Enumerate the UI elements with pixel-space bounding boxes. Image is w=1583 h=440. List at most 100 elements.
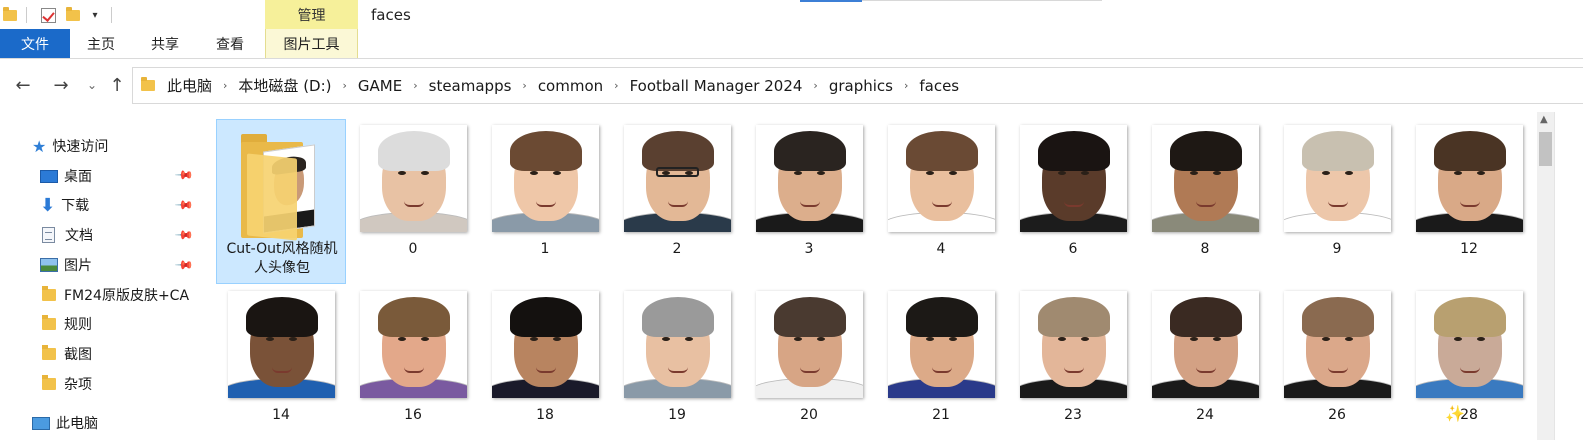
loading-cursor-icon: ✨ [1445,403,1465,423]
face-thumbnail [1416,291,1523,398]
properties-check-icon[interactable] [38,5,58,25]
desktop-icon [40,169,58,183]
computer-icon [32,416,50,430]
sidebar-item-screenshots[interactable]: 截图 [42,341,92,367]
customize-toolbar-dropdown-icon[interactable]: ▾ [88,5,102,25]
face-thumbnail [360,125,467,232]
title-bar: ▾ 管理 faces [0,0,1583,30]
image-file-item[interactable]: 1 [480,119,610,284]
breadcrumb-graphics[interactable]: graphics [829,77,893,95]
back-arrow-icon[interactable]: ← [12,74,34,96]
breadcrumb-chevron-icon[interactable]: › [614,79,618,92]
face-thumbnail [624,125,731,232]
folder-icon [141,77,155,91]
image-file-item[interactable]: 19 [612,285,742,440]
file-name-label: 3 [804,241,814,257]
image-file-item[interactable]: 23 [1008,285,1138,440]
sidebar-item-documents[interactable]: 文档 [42,222,93,248]
image-file-item[interactable]: 8 [1140,119,1270,284]
breadcrumb-chevron-icon[interactable]: › [223,79,227,92]
face-thumbnail [888,125,995,232]
sidebar-item-rules[interactable]: 规则 [42,311,92,337]
file-name-label: 4 [936,241,946,257]
image-file-item[interactable]: 6 [1008,119,1138,284]
face-thumbnail [1416,125,1523,232]
breadcrumb-chevron-icon[interactable]: › [813,79,817,92]
breadcrumb-football-manager[interactable]: Football Manager 2024 [630,77,803,95]
breadcrumb-chevron-icon[interactable]: › [904,79,908,92]
image-file-item[interactable]: 4 [876,119,1006,284]
image-file-item[interactable]: 3 [744,119,874,284]
sidebar-item-desktop[interactable]: 桌面 [40,163,92,189]
tab-view[interactable]: 查看 [199,29,261,58]
pin-icon[interactable]: 📌 [174,225,194,245]
image-file-item[interactable]: 20 [744,285,874,440]
breadcrumb-chevron-icon[interactable]: › [522,79,526,92]
sidebar-item-label: 杂项 [64,377,92,393]
ribbon-tabs: 文件 主页 共享 查看 图片工具 [0,29,1583,59]
divider [111,7,112,23]
image-file-item[interactable]: 9 [1272,119,1402,284]
breadcrumb-this-pc[interactable]: 此电脑 [167,75,212,96]
sidebar-item-label: 图片 [64,258,92,274]
image-file-item[interactable]: 12 [1404,119,1534,284]
scroll-up-arrow-icon[interactable]: ▲ [1540,114,1548,125]
image-file-item[interactable]: 26 [1272,285,1402,440]
file-name-label: 19 [668,407,686,423]
file-name-label: 6 [1068,241,1078,257]
face-thumbnail [1284,125,1391,232]
pin-icon[interactable]: 📌 [174,255,194,275]
breadcrumb-common[interactable]: common [538,77,603,95]
sidebar-item-label: 下载 [61,198,90,214]
image-file-item[interactable]: 0 [348,119,478,284]
title-accent-line [800,0,862,2]
download-icon: ⬇ [40,194,56,216]
file-name-label: 0 [408,241,418,257]
breadcrumb-chevron-icon[interactable]: › [413,79,417,92]
image-file-item[interactable]: 24 [1140,285,1270,440]
breadcrumb-chevron-icon[interactable]: › [343,79,347,92]
image-file-item[interactable]: 18 [480,285,610,440]
sidebar-item-downloads[interactable]: ⬇ 下载 [40,192,89,218]
recent-locations-chevron-icon[interactable]: ⌄ [81,74,103,96]
breadcrumb-steamapps[interactable]: steamapps [429,77,512,95]
file-name-label: 9 [1332,241,1342,257]
sidebar-item-label: 规则 [64,317,92,333]
tab-picture-tools[interactable]: 图片工具 [265,29,358,58]
folder-item[interactable]: Cut-Out风格随机人头像包 [216,119,346,284]
sidebar-item-fm24-skin[interactable]: FM24原版皮肤+CA [42,282,189,308]
sidebar-item-label: 桌面 [64,169,92,185]
forward-arrow-icon[interactable]: → [50,74,72,96]
address-bar[interactable]: 此电脑 › 本地磁盘 (D:) › GAME › steamapps › com… [132,67,1583,104]
manage-contextual-tab[interactable]: 管理 [265,0,358,30]
breadcrumb-game[interactable]: GAME [358,77,402,95]
tab-file[interactable]: 文件 [0,29,70,58]
sidebar-item-misc[interactable]: 杂项 [42,371,92,397]
sidebar-item-label: 文档 [65,228,93,244]
tab-home[interactable]: 主页 [70,29,132,58]
folder-icon [42,375,56,390]
vertical-scrollbar[interactable]: ▲ [1537,112,1554,440]
image-file-item[interactable]: 2 [612,119,742,284]
sidebar-item-pictures[interactable]: 图片 [40,252,92,278]
divider [26,7,27,23]
tab-share[interactable]: 共享 [134,29,196,58]
face-thumbnail [888,291,995,398]
folder-thumbnail-icon [241,134,319,241]
image-file-item[interactable]: 16 [348,285,478,440]
file-name-label: 26 [1328,407,1346,423]
breadcrumb-local-disk[interactable]: 本地磁盘 (D:) [238,75,331,96]
sidebar-item-quick-access[interactable]: ★ 快速访问 [32,133,108,159]
scrollbar-thumb[interactable] [1539,132,1552,166]
image-file-item[interactable]: 21 [876,285,1006,440]
face-thumbnail [1020,291,1127,398]
image-file-item[interactable]: 14 [216,285,346,440]
face-thumbnail [360,291,467,398]
new-folder-icon[interactable] [64,5,82,25]
sidebar-item-this-pc[interactable]: 此电脑 [32,410,98,436]
pin-icon[interactable]: 📌 [174,165,194,185]
star-icon: ★ [32,136,47,156]
breadcrumb-faces[interactable]: faces [919,77,959,95]
pin-icon[interactable]: 📌 [174,195,194,215]
up-arrow-icon[interactable]: ↑ [106,74,128,96]
